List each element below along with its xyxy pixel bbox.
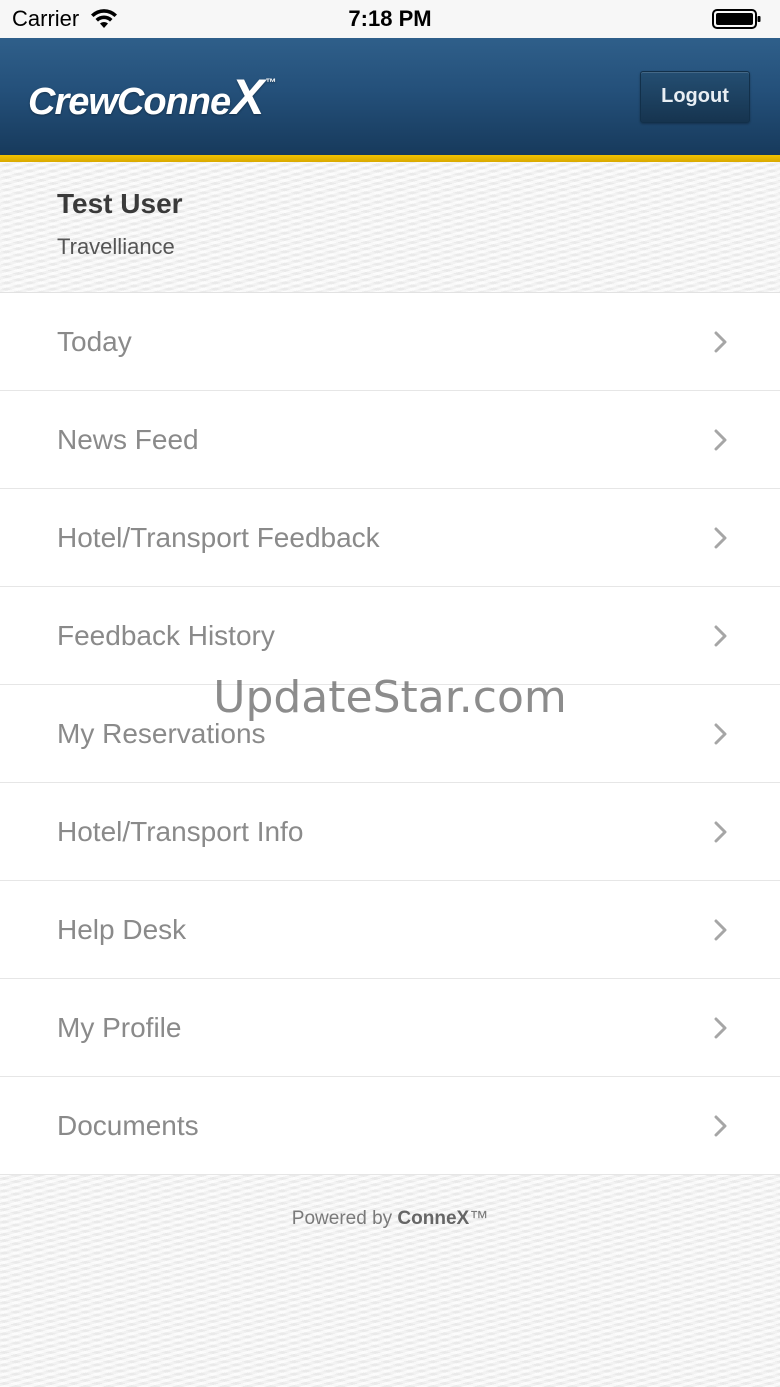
menu-item-label: Feedback History [57, 619, 275, 651]
logout-button[interactable]: Logout [640, 70, 750, 123]
crewconnex-logo: CrewConne X ™ [28, 68, 277, 126]
menu-item-help-desk[interactable]: Help Desk [0, 881, 780, 979]
menu-item-feedback-history[interactable]: Feedback History [0, 587, 780, 685]
menu-item-label: Documents [57, 1109, 199, 1141]
powered-prefix: Powered by [291, 1208, 398, 1229]
menu-item-documents[interactable]: Documents [0, 1077, 780, 1175]
carrier-label: Carrier [12, 6, 80, 31]
menu-item-label: Today [57, 325, 132, 357]
chevron-right-icon [714, 527, 727, 548]
menu-item-news-feed[interactable]: News Feed [0, 391, 780, 489]
menu-item-label: My Reservations [57, 717, 266, 749]
user-company: Travelliance [57, 234, 175, 259]
wifi-icon [91, 9, 118, 28]
menu-item-hotel-transport-info[interactable]: Hotel/Transport Info [0, 783, 780, 881]
chevron-right-icon [714, 1017, 727, 1038]
chevron-right-icon [714, 429, 727, 450]
menu-item-label: Hotel/Transport Feedback [57, 521, 380, 553]
status-left: Carrier [12, 6, 119, 32]
menu-item-label: My Profile [57, 1011, 182, 1043]
menu-item-hotel-transport-feedback[interactable]: Hotel/Transport Feedback [0, 489, 780, 587]
header-accent-stripe [0, 155, 780, 162]
logo-tm: ™ [265, 76, 277, 89]
powered-tm: ™ [469, 1208, 489, 1229]
chevron-right-icon [714, 723, 727, 744]
powered-brand: ConneX [397, 1208, 470, 1229]
chevron-right-icon [714, 1115, 727, 1136]
menu-item-my-profile[interactable]: My Profile [0, 979, 780, 1077]
chevron-right-icon [714, 625, 727, 646]
menu-item-label: Hotel/Transport Info [57, 815, 304, 847]
menu-item-label: News Feed [57, 423, 199, 455]
logo-x: X [231, 68, 264, 125]
footer: Powered by ConneX™ [0, 1175, 780, 1387]
powered-by-text: Powered by ConneX™ [0, 1208, 780, 1230]
chevron-right-icon [714, 821, 727, 842]
menu-item-label: Help Desk [57, 913, 187, 945]
logo-text: CrewConne [28, 80, 231, 123]
menu-item-today[interactable]: Today [0, 293, 780, 391]
status-bar: Carrier 7:18 PM [0, 0, 780, 38]
app-header: CrewConne X ™ Logout [0, 38, 780, 155]
user-name: Test User [57, 188, 183, 219]
chevron-right-icon [714, 331, 727, 352]
main-menu: Today News Feed Hotel/Transport Feedback Fe… [0, 293, 780, 1175]
user-panel: Test User Travelliance [0, 162, 780, 293]
menu-item-my-reservations[interactable]: My Reservations [0, 685, 780, 783]
chevron-right-icon [714, 919, 727, 940]
battery-icon [712, 9, 761, 29]
